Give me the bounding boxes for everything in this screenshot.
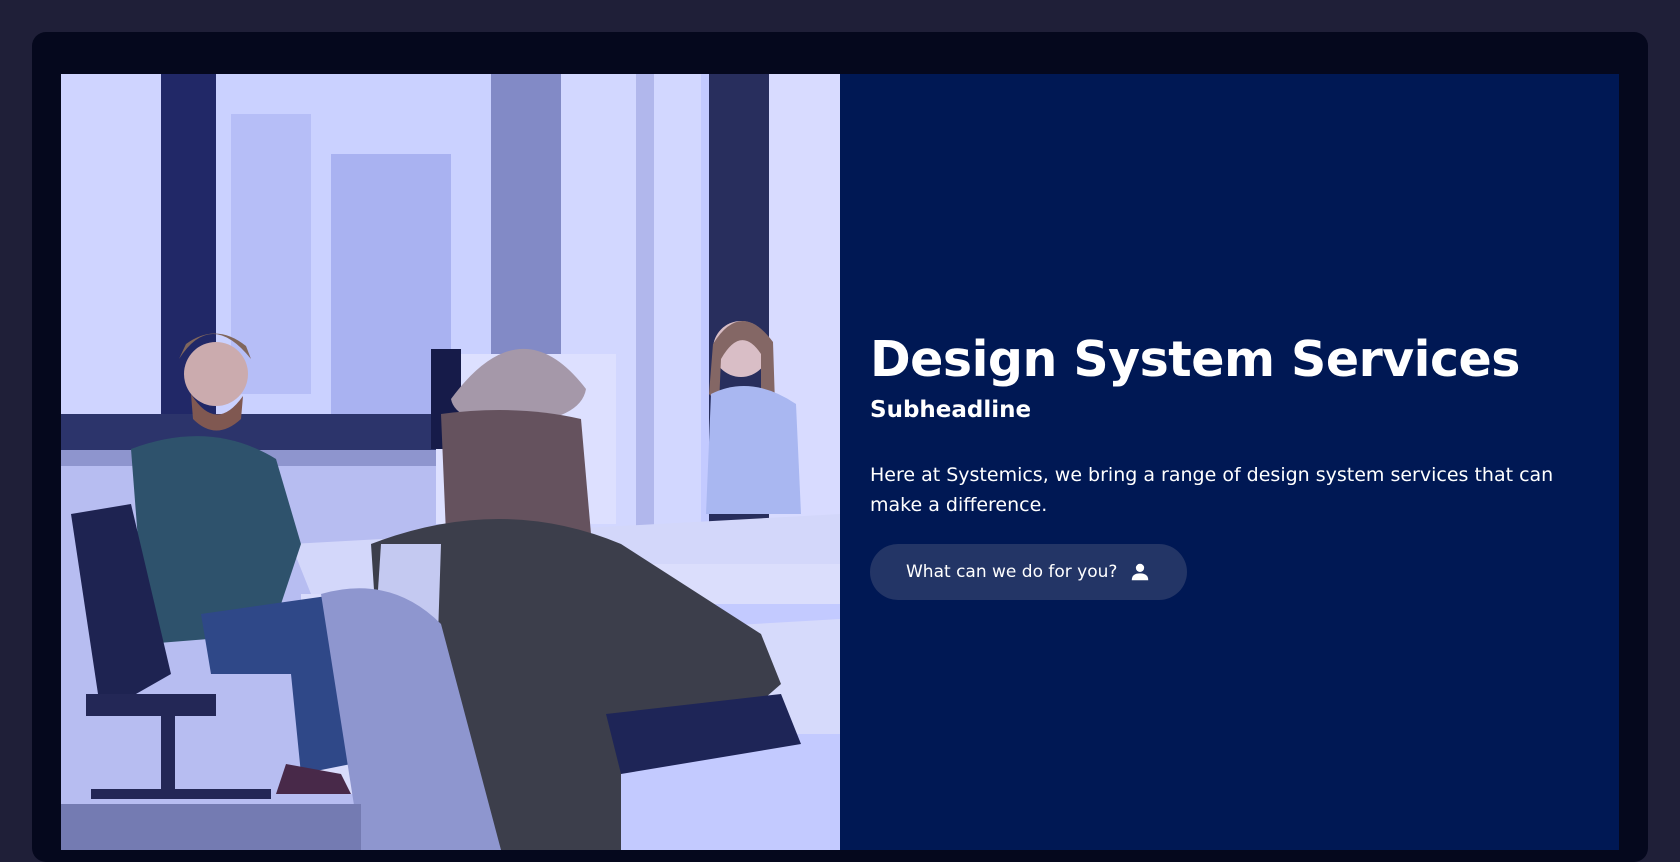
cta-button-label: What can we do for you? bbox=[906, 562, 1118, 582]
user-icon bbox=[1129, 561, 1151, 583]
office-team-photo-illustration bbox=[61, 74, 840, 850]
page-title: Design System Services bbox=[870, 331, 1520, 388]
hero-section: Design System Services Subheadline Here … bbox=[61, 74, 1619, 850]
subheadline: Subheadline bbox=[870, 397, 1032, 423]
cta-button[interactable]: What can we do for you? bbox=[870, 544, 1188, 600]
hero-body-text: Here at Systemics, we bring a range of d… bbox=[870, 464, 1554, 516]
hero-image bbox=[61, 74, 840, 850]
hero-content-panel: Design System Services Subheadline Here … bbox=[840, 74, 1619, 850]
hero-text-block: Design System Services Subheadline Here … bbox=[870, 330, 1600, 600]
